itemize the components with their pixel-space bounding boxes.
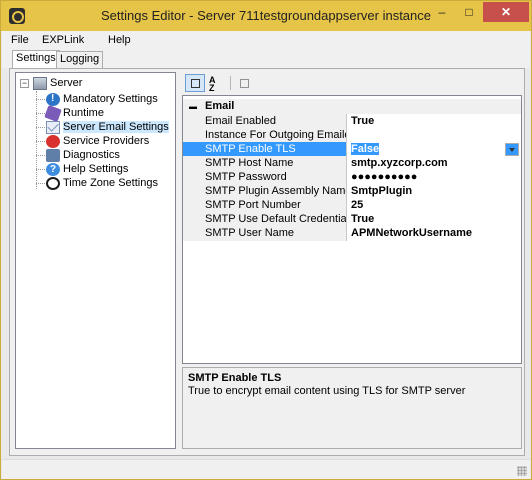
description-title: SMTP Enable TLS bbox=[188, 372, 282, 384]
status-bar bbox=[2, 459, 530, 479]
property-row-smtp-host-name[interactable]: SMTP Host Name smtp.xyzcorp.com bbox=[183, 156, 521, 171]
alphabetical-sort-button[interactable]: AZ bbox=[206, 74, 226, 93]
property-grid-panel: AZ ▬ Email Email Enabled True Instance F… bbox=[182, 72, 522, 449]
property-name: SMTP Enable TLS bbox=[183, 142, 347, 157]
warning-info-icon bbox=[46, 92, 60, 106]
sort-az-icon: AZ bbox=[209, 75, 216, 93]
property-value[interactable]: SmtpPlugin bbox=[349, 184, 521, 199]
tree-item-help-settings[interactable]: Help Settings bbox=[46, 162, 128, 176]
menu-file[interactable]: File bbox=[11, 33, 29, 48]
tree-item-label: Server Email Settings bbox=[63, 121, 169, 133]
tree-item-label: Service Providers bbox=[63, 135, 150, 147]
tree-item-label: Time Zone Settings bbox=[63, 177, 158, 189]
property-value[interactable]: APMNetworkUsername bbox=[349, 226, 521, 241]
property-name: Email Enabled bbox=[183, 114, 347, 129]
category-row-email[interactable]: ▬ Email bbox=[183, 99, 521, 114]
property-value[interactable]: True bbox=[349, 212, 521, 227]
property-value[interactable]: True bbox=[349, 114, 521, 129]
clock-icon bbox=[46, 176, 60, 190]
settings-tree[interactable]: − Server Mandatory Settings Runtime Serv… bbox=[15, 72, 176, 449]
tree-item-label: Server bbox=[50, 77, 83, 89]
help-icon bbox=[46, 162, 60, 176]
property-name: SMTP Password bbox=[183, 170, 347, 185]
property-grid-toolbar: AZ bbox=[182, 72, 522, 95]
settings-editor-window: Settings Editor - Server 711testgroundap… bbox=[0, 0, 532, 480]
property-value[interactable]: ●●●●●●●●●● bbox=[349, 170, 521, 185]
property-name: SMTP Use Default Credentials bbox=[183, 212, 347, 227]
diagnostics-icon bbox=[46, 148, 60, 162]
tree-item-label: Mandatory Settings bbox=[63, 93, 158, 105]
maximize-button[interactable]: □ bbox=[456, 2, 482, 22]
service-providers-icon bbox=[46, 134, 60, 148]
tab-strip: Settings Logging bbox=[2, 50, 530, 68]
tree-item-label: Diagnostics bbox=[63, 149, 120, 161]
property-name: Instance For Outgoing Emailed Sh bbox=[183, 128, 347, 143]
tree-item-mandatory-settings[interactable]: Mandatory Settings bbox=[46, 92, 158, 106]
collapse-category-icon[interactable]: ▬ bbox=[189, 103, 197, 111]
menu-explink[interactable]: EXPLink bbox=[42, 33, 84, 48]
property-description-pane: SMTP Enable TLS True to encrypt email co… bbox=[182, 367, 522, 449]
property-name: SMTP User Name bbox=[183, 226, 347, 241]
tree-item-server[interactable]: Server bbox=[33, 76, 82, 90]
property-name: SMTP Plugin Assembly Name bbox=[183, 184, 347, 199]
resize-grip-icon[interactable] bbox=[517, 466, 527, 476]
property-row-smtp-enable-tls[interactable]: SMTP Enable TLS False bbox=[183, 142, 521, 157]
property-value[interactable] bbox=[349, 128, 521, 143]
property-value[interactable]: 25 bbox=[349, 198, 521, 213]
property-name: SMTP Host Name bbox=[183, 156, 347, 171]
property-row-smtp-plugin-assembly[interactable]: SMTP Plugin Assembly Name SmtpPlugin bbox=[183, 184, 521, 199]
property-pages-button[interactable] bbox=[234, 74, 254, 92]
server-icon bbox=[33, 76, 47, 90]
property-value-dropdown[interactable]: False bbox=[349, 142, 521, 157]
property-row-smtp-port-number[interactable]: SMTP Port Number 25 bbox=[183, 198, 521, 213]
categorized-icon bbox=[191, 79, 200, 88]
toolbar-separator bbox=[230, 76, 231, 90]
property-name: SMTP Port Number bbox=[183, 198, 347, 213]
dropdown-arrow-icon[interactable] bbox=[505, 143, 519, 156]
tree-item-runtime[interactable]: Runtime bbox=[44, 104, 104, 122]
property-row-email-enabled[interactable]: Email Enabled True bbox=[183, 114, 521, 129]
tree-item-label: Runtime bbox=[63, 107, 104, 119]
tree-item-service-providers[interactable]: Service Providers bbox=[46, 134, 149, 148]
tree-item-time-zone-settings[interactable]: Time Zone Settings bbox=[46, 176, 158, 190]
tree-item-label: Help Settings bbox=[63, 163, 129, 175]
category-label: Email bbox=[205, 100, 235, 112]
property-value[interactable]: smtp.xyzcorp.com bbox=[349, 156, 521, 171]
property-pages-icon bbox=[240, 79, 249, 88]
tab-logging[interactable]: Logging bbox=[56, 51, 104, 68]
close-button[interactable]: ✕ bbox=[483, 2, 529, 22]
property-value: False bbox=[351, 143, 380, 155]
description-text: True to encrypt email content using TLS … bbox=[188, 385, 466, 397]
settings-tab-content: − Server Mandatory Settings Runtime Serv… bbox=[9, 68, 525, 456]
property-row-smtp-default-credentials[interactable]: SMTP Use Default Credentials True bbox=[183, 212, 521, 227]
minimize-button[interactable]: – bbox=[429, 2, 455, 22]
menu-help[interactable]: Help bbox=[108, 33, 131, 48]
menu-bar: File EXPLink Help bbox=[2, 31, 530, 50]
tab-settings[interactable]: Settings bbox=[12, 50, 60, 68]
title-bar[interactable]: Settings Editor - Server 711testgroundap… bbox=[1, 1, 531, 31]
property-row-smtp-user-name[interactable]: SMTP User Name APMNetworkUsername bbox=[183, 226, 521, 241]
tree-item-diagnostics[interactable]: Diagnostics bbox=[46, 148, 120, 162]
email-icon bbox=[46, 120, 60, 134]
collapse-icon[interactable]: − bbox=[20, 79, 29, 88]
property-row-instance-outgoing[interactable]: Instance For Outgoing Emailed Sh bbox=[183, 128, 521, 143]
property-grid[interactable]: ▬ Email Email Enabled True Instance For … bbox=[182, 95, 522, 364]
categorized-view-button[interactable] bbox=[185, 74, 205, 92]
tree-item-server-email-settings[interactable]: Server Email Settings bbox=[46, 120, 169, 134]
property-row-smtp-password[interactable]: SMTP Password ●●●●●●●●●● bbox=[183, 170, 521, 185]
